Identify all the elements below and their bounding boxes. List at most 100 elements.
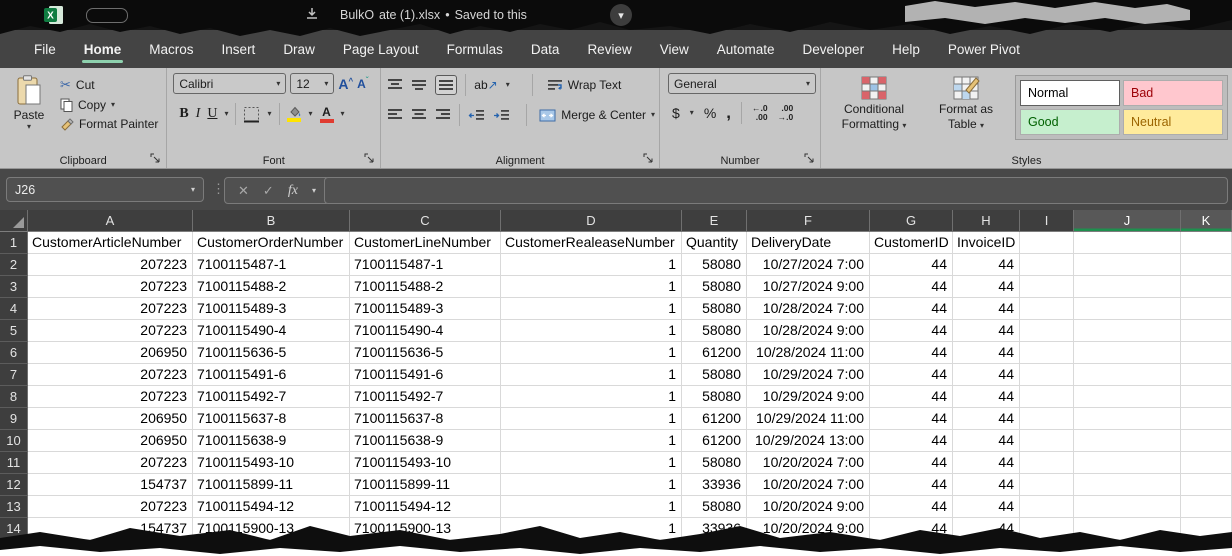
cell-B4[interactable]: 7100115489-3 bbox=[193, 298, 350, 320]
cell-B10[interactable]: 7100115638-9 bbox=[193, 430, 350, 452]
cell-G10[interactable]: 44 bbox=[870, 430, 953, 452]
cell-E1[interactable]: Quantity bbox=[682, 232, 747, 254]
tab-automate[interactable]: Automate bbox=[703, 42, 789, 68]
row-header-1[interactable]: 1 bbox=[0, 232, 28, 254]
cell-G5[interactable]: 44 bbox=[870, 320, 953, 342]
row-header-8[interactable]: 8 bbox=[0, 386, 28, 408]
cancel-button[interactable]: ✕ bbox=[238, 183, 249, 199]
cell-D2[interactable]: 1 bbox=[501, 254, 682, 276]
cell-D11[interactable]: 1 bbox=[501, 452, 682, 474]
cell-F3[interactable]: 10/27/2024 9:00 bbox=[747, 276, 870, 298]
cell-D10[interactable]: 1 bbox=[501, 430, 682, 452]
cell-H1[interactable]: InvoiceID bbox=[953, 232, 1020, 254]
cell-D6[interactable]: 1 bbox=[501, 342, 682, 364]
row-header-12[interactable]: 12 bbox=[0, 474, 28, 496]
borders-dropdown-icon[interactable]: ▾ bbox=[267, 110, 271, 118]
tab-review[interactable]: Review bbox=[573, 42, 645, 68]
cell-D13[interactable]: 1 bbox=[501, 496, 682, 518]
cell-K9[interactable] bbox=[1181, 408, 1232, 430]
cell-J13[interactable] bbox=[1074, 496, 1181, 518]
cell-K8[interactable] bbox=[1181, 386, 1232, 408]
tab-view[interactable]: View bbox=[646, 42, 703, 68]
underline-button[interactable]: U bbox=[207, 106, 217, 122]
accounting-format-button[interactable]: $ bbox=[672, 105, 680, 121]
cell-B3[interactable]: 7100115488-2 bbox=[193, 276, 350, 298]
cell-D4[interactable]: 1 bbox=[501, 298, 682, 320]
row-header-11[interactable]: 11 bbox=[0, 452, 28, 474]
cell-E13[interactable]: 58080 bbox=[682, 496, 747, 518]
number-dialog-launcher[interactable] bbox=[804, 153, 816, 165]
cell-H2[interactable]: 44 bbox=[953, 254, 1020, 276]
cell-F8[interactable]: 10/29/2024 9:00 bbox=[747, 386, 870, 408]
cell-C10[interactable]: 7100115638-9 bbox=[350, 430, 501, 452]
cell-style-bad[interactable]: Bad bbox=[1123, 80, 1223, 106]
cell-J3[interactable] bbox=[1074, 276, 1181, 298]
column-header-K[interactable]: K bbox=[1181, 210, 1232, 232]
cell-F13[interactable]: 10/20/2024 9:00 bbox=[747, 496, 870, 518]
cell-J10[interactable] bbox=[1074, 430, 1181, 452]
tab-page-layout[interactable]: Page Layout bbox=[329, 42, 433, 68]
cell-G2[interactable]: 44 bbox=[870, 254, 953, 276]
cell-J4[interactable] bbox=[1074, 298, 1181, 320]
column-header-F[interactable]: F bbox=[747, 210, 870, 232]
column-header-I[interactable]: I bbox=[1020, 210, 1074, 232]
cell-I8[interactable] bbox=[1020, 386, 1074, 408]
orientation-dropdown-icon[interactable]: ▾ bbox=[506, 81, 510, 89]
cell-F2[interactable]: 10/27/2024 7:00 bbox=[747, 254, 870, 276]
cell-C8[interactable]: 7100115492-7 bbox=[350, 386, 501, 408]
tab-power-pivot[interactable]: Power Pivot bbox=[934, 42, 1034, 68]
copy-button[interactable]: Copy ▾ bbox=[60, 98, 158, 112]
cell-J11[interactable] bbox=[1074, 452, 1181, 474]
column-header-B[interactable]: B bbox=[193, 210, 350, 232]
underline-dropdown-icon[interactable]: ▾ bbox=[224, 110, 228, 118]
insert-function-button[interactable]: fx bbox=[288, 183, 298, 199]
fx-dropdown-icon[interactable]: ▾ bbox=[312, 187, 316, 195]
number-format-combo[interactable]: General ▾ bbox=[668, 73, 816, 94]
cell-H8[interactable]: 44 bbox=[953, 386, 1020, 408]
cell-E4[interactable]: 58080 bbox=[682, 298, 747, 320]
font-size-dropdown-icon[interactable]: ▾ bbox=[324, 80, 328, 88]
cell-J2[interactable] bbox=[1074, 254, 1181, 276]
cell-K10[interactable] bbox=[1181, 430, 1232, 452]
cell-H13[interactable]: 44 bbox=[953, 496, 1020, 518]
cell-B1[interactable]: CustomerOrderNumber bbox=[193, 232, 350, 254]
paste-button[interactable]: Paste ▾ bbox=[6, 73, 52, 152]
cell-F10[interactable]: 10/29/2024 13:00 bbox=[747, 430, 870, 452]
cell-I13[interactable] bbox=[1020, 496, 1074, 518]
percent-style-button[interactable]: % bbox=[704, 105, 716, 121]
cell-C4[interactable]: 7100115489-3 bbox=[350, 298, 501, 320]
cell-G1[interactable]: CustomerID bbox=[870, 232, 953, 254]
tab-draw[interactable]: Draw bbox=[269, 42, 329, 68]
cell-style-good[interactable]: Good bbox=[1020, 109, 1120, 135]
cell-B5[interactable]: 7100115490-4 bbox=[193, 320, 350, 342]
cell-F4[interactable]: 10/28/2024 7:00 bbox=[747, 298, 870, 320]
align-right-button[interactable] bbox=[435, 108, 451, 122]
cell-A10[interactable]: 206950 bbox=[28, 430, 193, 452]
cell-A8[interactable]: 207223 bbox=[28, 386, 193, 408]
cell-A2[interactable]: 207223 bbox=[28, 254, 193, 276]
cell-C12[interactable]: 7100115899-11 bbox=[350, 474, 501, 496]
quick-access-toolbar[interactable] bbox=[86, 8, 128, 23]
decrease-indent-button[interactable] bbox=[468, 109, 485, 122]
column-header-A[interactable]: A bbox=[28, 210, 193, 232]
row-header-9[interactable]: 9 bbox=[0, 408, 28, 430]
cell-B6[interactable]: 7100115636-5 bbox=[193, 342, 350, 364]
cell-J9[interactable] bbox=[1074, 408, 1181, 430]
cell-E10[interactable]: 61200 bbox=[682, 430, 747, 452]
tab-developer[interactable]: Developer bbox=[789, 42, 879, 68]
format-as-table-button[interactable]: Format as Table ▾ bbox=[923, 73, 1009, 152]
cell-style-normal[interactable]: Normal bbox=[1020, 80, 1120, 106]
row-header-2[interactable]: 2 bbox=[0, 254, 28, 276]
cell-G12[interactable]: 44 bbox=[870, 474, 953, 496]
cell-I1[interactable] bbox=[1020, 232, 1074, 254]
cell-I9[interactable] bbox=[1020, 408, 1074, 430]
number-format-dropdown-icon[interactable]: ▾ bbox=[806, 80, 810, 88]
cell-A13[interactable]: 207223 bbox=[28, 496, 193, 518]
cell-D8[interactable]: 1 bbox=[501, 386, 682, 408]
column-header-D[interactable]: D bbox=[501, 210, 682, 232]
fill-color-dropdown-icon[interactable]: ▾ bbox=[309, 110, 313, 118]
cell-A6[interactable]: 206950 bbox=[28, 342, 193, 364]
document-title[interactable]: BulkO ate (1).xlsx • Saved to this bbox=[340, 0, 527, 30]
title-dropdown-chevron-icon[interactable]: ▾ bbox=[610, 4, 632, 26]
row-header-6[interactable]: 6 bbox=[0, 342, 28, 364]
